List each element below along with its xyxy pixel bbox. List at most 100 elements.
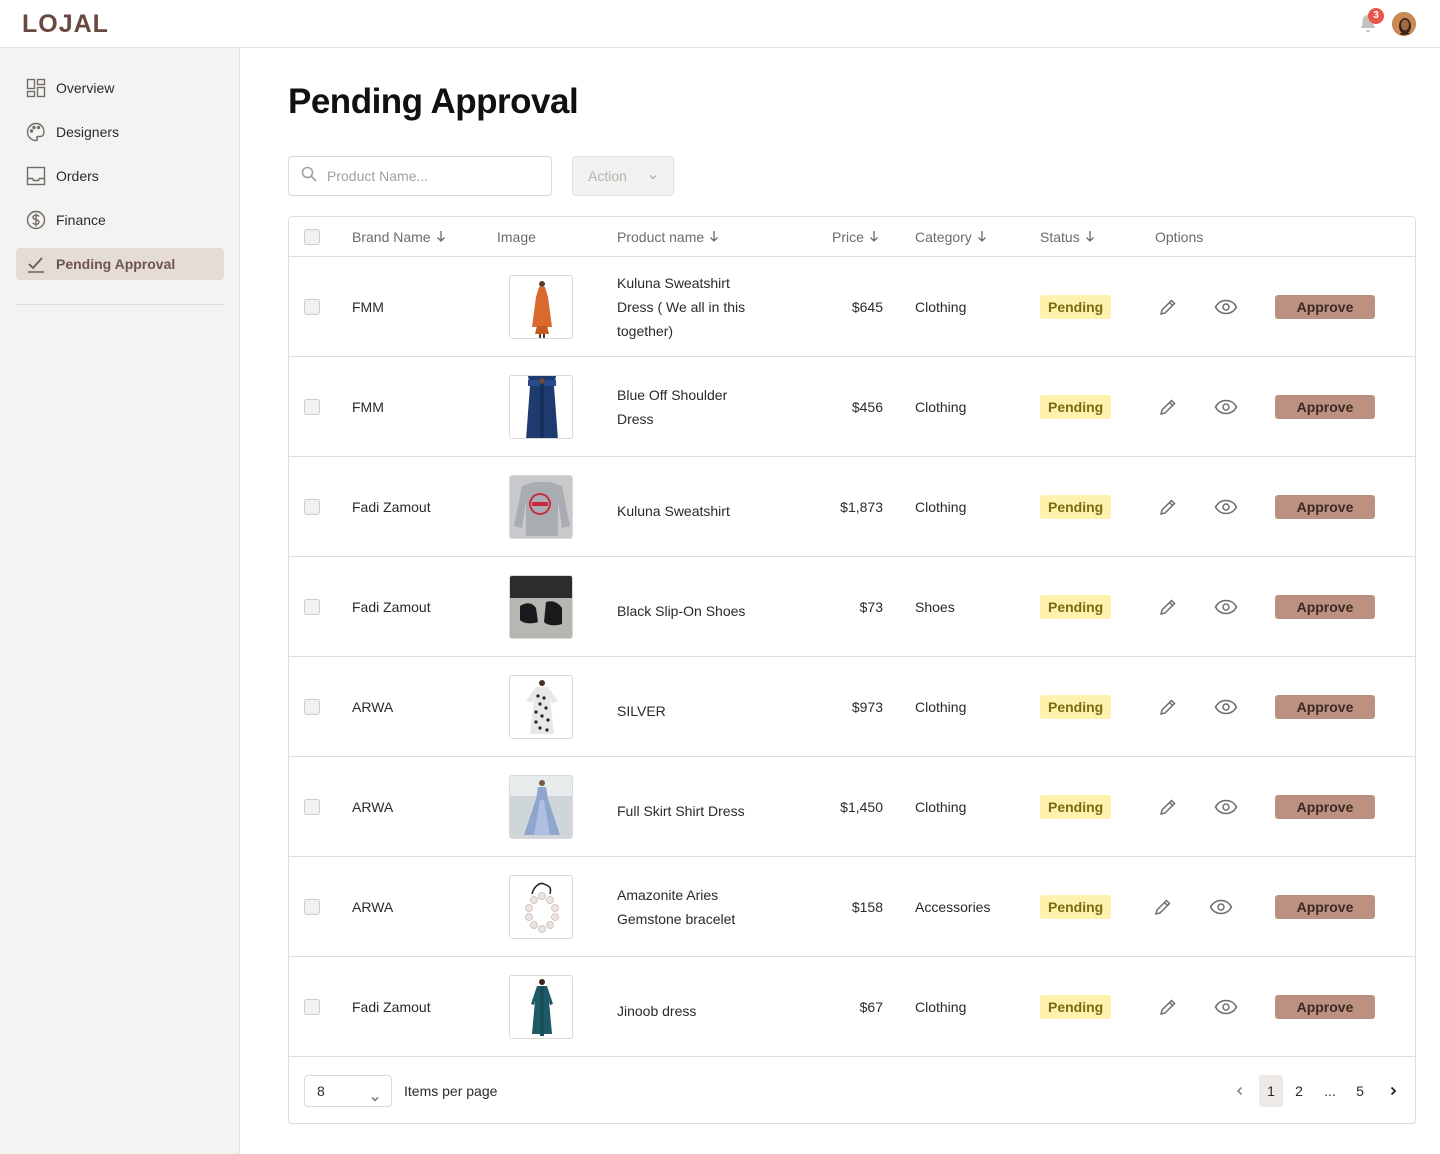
product-name-cell: Kuluna Sweatshirt	[617, 503, 730, 519]
row-checkbox[interactable]	[304, 299, 320, 315]
edit-pencil-icon[interactable]	[1158, 597, 1178, 617]
approve-button[interactable]: Approve	[1275, 395, 1375, 419]
view-eye-icon[interactable]	[1214, 297, 1238, 317]
items-per-page-select[interactable]: 8	[304, 1075, 392, 1107]
price-cell: $67	[859, 999, 883, 1015]
search-input[interactable]	[327, 168, 527, 184]
page-button-1[interactable]: 1	[1259, 1075, 1283, 1107]
category-cell: Clothing	[915, 299, 967, 315]
row-checkbox[interactable]	[304, 899, 320, 915]
brand-cell: Fadi Zamout	[352, 499, 431, 515]
check-icon	[26, 254, 46, 274]
prev-page-chevron-left-icon[interactable]	[1228, 1075, 1252, 1107]
row-checkbox[interactable]	[304, 599, 320, 615]
sort-arrow-icon	[869, 229, 879, 245]
row-checkbox[interactable]	[304, 699, 320, 715]
price-cell: $645	[851, 299, 883, 315]
sidebar: Overview Designers Orders Finance Pendin…	[0, 48, 240, 1154]
column-header-options: Options	[1155, 229, 1204, 245]
items-per-page-label: Items per page	[404, 1083, 498, 1099]
price-cell: $1,873	[840, 499, 883, 515]
product-name-cell: Amazonite Aries Gemstone bracelet	[617, 887, 736, 927]
approve-button[interactable]: Approve	[1275, 495, 1375, 519]
price-cell: $1,450	[840, 799, 883, 815]
edit-pencil-icon[interactable]	[1158, 497, 1178, 517]
product-image-patterned-dress[interactable]	[509, 675, 573, 739]
table-row: FMM Blue Off Shoulder Dress $456 Clothin…	[289, 357, 1415, 457]
sidebar-item-pending-approval[interactable]: Pending Approval	[16, 248, 224, 280]
column-header-product[interactable]: Product name	[617, 229, 719, 245]
select-all-checkbox[interactable]	[304, 229, 320, 245]
price-cell: $456	[851, 399, 883, 415]
sidebar-divider	[16, 304, 224, 305]
action-dropdown[interactable]: Action	[572, 156, 674, 196]
page-button-2[interactable]: 2	[1287, 1075, 1311, 1107]
view-eye-icon[interactable]	[1214, 597, 1238, 617]
next-page-chevron-right-icon[interactable]	[1381, 1075, 1405, 1107]
price-cell: $73	[859, 599, 883, 615]
view-eye-icon[interactable]	[1209, 897, 1233, 917]
sidebar-item-overview[interactable]: Overview	[16, 72, 224, 104]
edit-pencil-icon[interactable]	[1158, 697, 1178, 717]
status-badge: Pending	[1040, 595, 1112, 619]
sidebar-item-finance[interactable]: Finance	[16, 204, 224, 236]
edit-pencil-icon[interactable]	[1158, 297, 1178, 317]
price-cell: $973	[851, 699, 883, 715]
search-box[interactable]	[288, 156, 552, 196]
avatar[interactable]	[1392, 12, 1416, 36]
sidebar-item-label: Pending Approval	[56, 256, 176, 272]
edit-pencil-icon[interactable]	[1158, 397, 1178, 417]
table-row: ARWA Amazonite Aries Gemstone bracelet $…	[289, 857, 1415, 957]
product-name-cell: Jinoob dress	[617, 1003, 697, 1019]
product-image-blue-dress[interactable]	[509, 375, 573, 439]
product-name-cell: Black Slip-On Shoes	[617, 603, 746, 619]
approve-button[interactable]: Approve	[1275, 295, 1375, 319]
inbox-icon	[26, 166, 46, 186]
sidebar-item-label: Finance	[56, 212, 106, 228]
row-checkbox[interactable]	[304, 399, 320, 415]
category-cell: Accessories	[915, 899, 991, 915]
product-image-shirt-dress[interactable]	[509, 775, 573, 839]
sidebar-item-orders[interactable]: Orders	[16, 160, 224, 192]
approve-button[interactable]: Approve	[1275, 895, 1375, 919]
edit-pencil-icon[interactable]	[1153, 897, 1173, 917]
column-header-brand[interactable]: Brand Name	[352, 229, 446, 245]
approve-button[interactable]: Approve	[1275, 695, 1375, 719]
column-header-status[interactable]: Status	[1040, 229, 1095, 245]
brand-cell: FMM	[352, 399, 384, 415]
view-eye-icon[interactable]	[1214, 997, 1238, 1017]
category-cell: Clothing	[915, 999, 967, 1015]
table-row: ARWA Full Skirt Shirt Dress $1,450 Cloth…	[289, 757, 1415, 857]
view-eye-icon[interactable]	[1214, 397, 1238, 417]
page-title: Pending Approval	[288, 82, 579, 121]
column-header-category[interactable]: Category	[915, 229, 987, 245]
row-checkbox[interactable]	[304, 999, 320, 1015]
brand-cell: Fadi Zamout	[352, 599, 431, 615]
table-header: Brand Name Image Product name Price Cate…	[289, 217, 1415, 257]
search-icon	[301, 166, 317, 187]
page-button-5[interactable]: 5	[1348, 1075, 1372, 1107]
row-checkbox[interactable]	[304, 499, 320, 515]
edit-pencil-icon[interactable]	[1158, 797, 1178, 817]
app-logo[interactable]: LOJAL	[22, 10, 109, 39]
product-image-bracelet[interactable]	[509, 875, 573, 939]
product-image-black-shoes[interactable]	[509, 575, 573, 639]
approve-button[interactable]: Approve	[1275, 795, 1375, 819]
status-badge: Pending	[1040, 395, 1112, 419]
approve-button[interactable]: Approve	[1275, 995, 1375, 1019]
view-eye-icon[interactable]	[1214, 497, 1238, 517]
action-label: Action	[588, 168, 627, 184]
table-row: Fadi Zamout Black Slip-On Shoes $73 Shoe…	[289, 557, 1415, 657]
product-image-teal-dress[interactable]	[509, 975, 573, 1039]
product-image-orange-dress[interactable]	[509, 275, 573, 339]
sidebar-item-designers[interactable]: Designers	[16, 116, 224, 148]
product-image-grey-sweatshirt[interactable]	[509, 475, 573, 539]
row-checkbox[interactable]	[304, 799, 320, 815]
column-header-price[interactable]: Price	[832, 229, 879, 245]
top-bar: LOJAL 3	[0, 0, 1440, 48]
sidebar-item-label: Orders	[56, 168, 99, 184]
view-eye-icon[interactable]	[1214, 697, 1238, 717]
approve-button[interactable]: Approve	[1275, 595, 1375, 619]
edit-pencil-icon[interactable]	[1158, 997, 1178, 1017]
view-eye-icon[interactable]	[1214, 797, 1238, 817]
